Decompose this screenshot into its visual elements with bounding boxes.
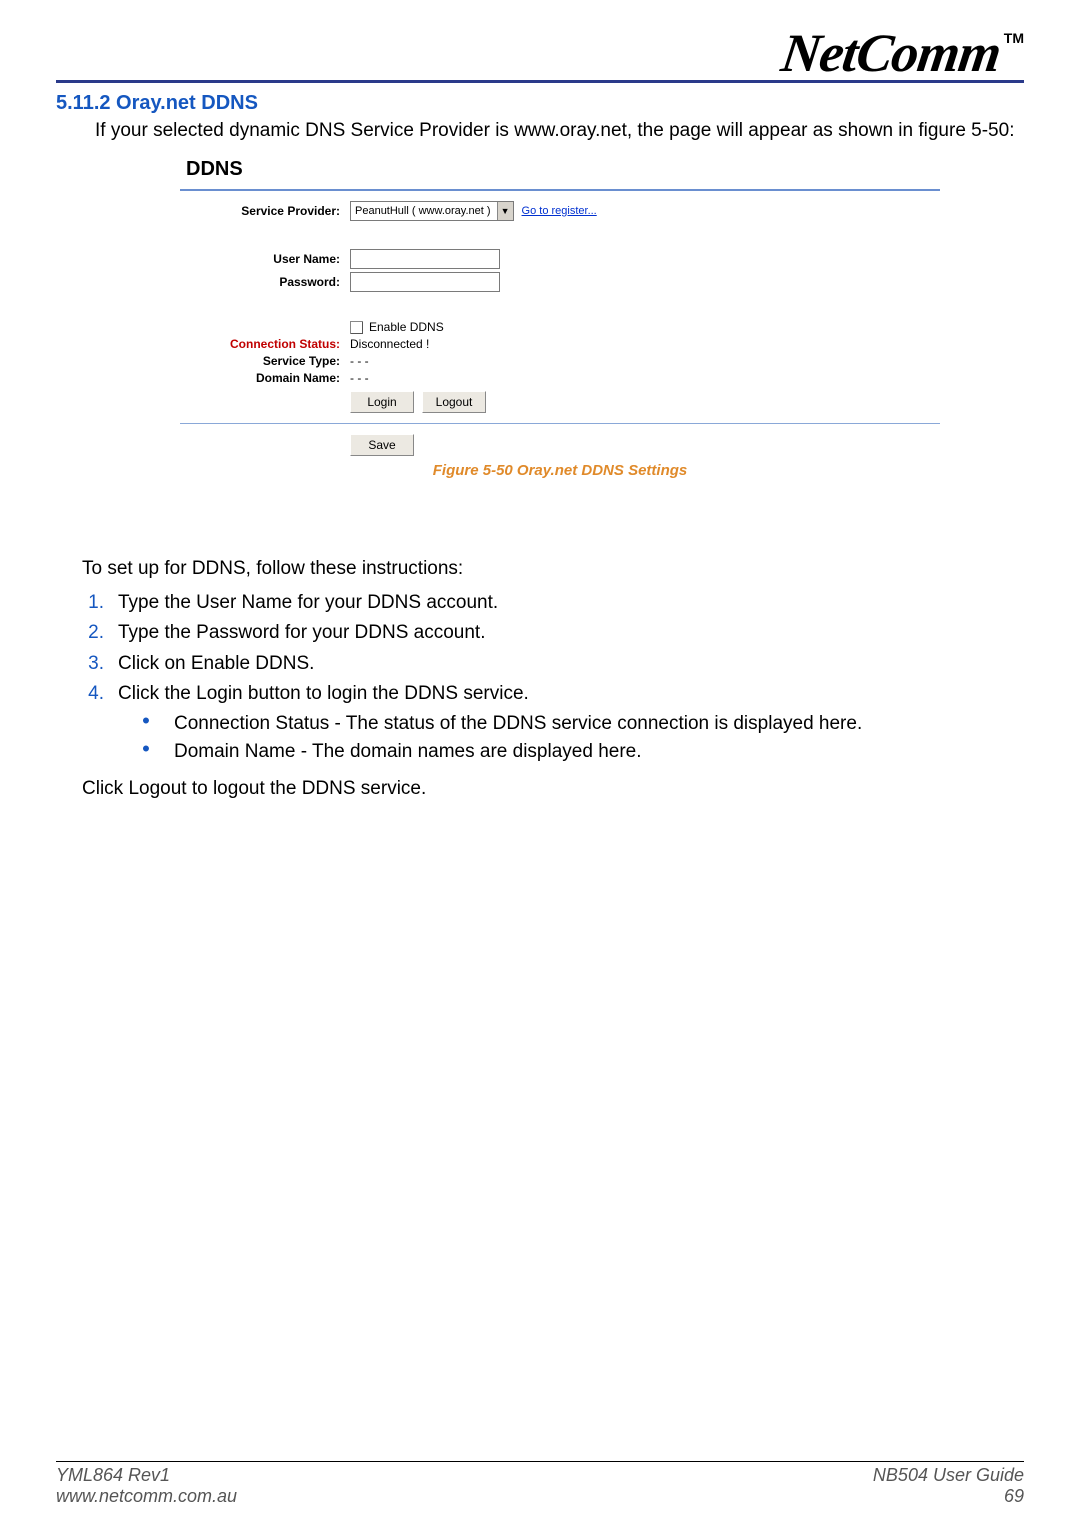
logout-button[interactable]: Logout [422, 391, 486, 413]
password-input[interactable] [350, 272, 500, 292]
intro-text: If your selected dynamic DNS Service Pro… [95, 120, 1024, 142]
value-connection-status: Disconnected ! [350, 337, 429, 351]
label-domain-name: Domain Name: [180, 371, 350, 385]
sub-bullets: •Connection Status - The status of the D… [118, 710, 1024, 766]
chevron-down-icon: ▼ [497, 202, 513, 220]
save-button[interactable]: Save [350, 434, 414, 456]
label-service-provider: Service Provider: [180, 204, 350, 218]
select-value: PeanutHull ( www.oray.net ) [355, 205, 497, 217]
footer-guide: NB504 User Guide [873, 1465, 1024, 1487]
username-input[interactable] [350, 249, 500, 269]
step-number: 3. [82, 650, 118, 678]
step-text: Type the User Name for your DDNS account… [118, 589, 1024, 617]
go-to-register-link[interactable]: Go to register... [522, 205, 597, 217]
label-enable-ddns: Enable DDNS [369, 320, 444, 334]
footer-divider [56, 1461, 1024, 1462]
divider [180, 189, 940, 191]
brand-logo: NetComm TM [782, 22, 1024, 84]
logo-text: NetComm [777, 22, 1004, 84]
section-heading: 5.11.2 Oray.net DDNS [56, 92, 258, 115]
row-save: Save [180, 434, 940, 456]
step-text: Type the Password for your DDNS account. [118, 619, 1024, 647]
divider [180, 423, 940, 424]
step-number: 2. [82, 619, 118, 647]
row-username: User Name: [180, 249, 940, 269]
row-domain-name: Domain Name: - - - [180, 371, 940, 385]
closing-text: Click Logout to logout the DDNS service. [82, 775, 1024, 803]
step-text: Click on Enable DDNS. [118, 650, 1024, 678]
panel-title: DDNS [186, 158, 940, 181]
row-password: Password: [180, 272, 940, 292]
bullet-icon: • [118, 710, 174, 738]
row-login-buttons: Login Logout [180, 391, 940, 413]
value-domain-name: - - - [350, 371, 369, 385]
row-connection-status: Connection Status: Disconnected ! [180, 337, 940, 351]
header-divider [56, 80, 1024, 83]
label-service-type: Service Type: [180, 354, 350, 368]
footer-url: www.netcomm.com.au [56, 1486, 237, 1508]
bullet-text: Domain Name - The domain names are displ… [174, 738, 642, 766]
bullet-text: Connection Status - The status of the DD… [174, 710, 862, 738]
instructions-block: To set up for DDNS, follow these instruc… [82, 555, 1024, 808]
label-username: User Name: [180, 252, 350, 266]
row-service-type: Service Type: - - - [180, 354, 940, 368]
service-provider-select[interactable]: PeanutHull ( www.oray.net ) ▼ [350, 201, 514, 221]
step-number: 1. [82, 589, 118, 617]
footer-page-number: 69 [873, 1486, 1024, 1508]
row-enable-ddns: Enable DDNS [180, 320, 940, 334]
footer-rev: YML864 Rev1 [56, 1465, 237, 1487]
step-text: Click the Login button to login the DDNS… [118, 683, 529, 704]
value-service-type: - - - [350, 354, 369, 368]
enable-ddns-checkbox[interactable] [350, 321, 363, 334]
bullet-icon: • [118, 738, 174, 766]
instructions-lead: To set up for DDNS, follow these instruc… [82, 555, 1024, 583]
document-page: NetComm TM 5.11.2 Oray.net DDNS If your … [0, 0, 1080, 1532]
row-service-provider: Service Provider: PeanutHull ( www.oray.… [180, 201, 940, 221]
figure-caption: Figure 5-50 Oray.net DDNS Settings [180, 462, 940, 479]
ordered-steps: 1.Type the User Name for your DDNS accou… [82, 589, 1024, 767]
login-button[interactable]: Login [350, 391, 414, 413]
screenshot-figure: DDNS Service Provider: PeanutHull ( www.… [180, 150, 940, 479]
label-password: Password: [180, 275, 350, 289]
step-number: 4. [82, 680, 118, 767]
page-footer: YML864 Rev1 www.netcomm.com.au NB504 Use… [56, 1465, 1024, 1508]
label-connection-status: Connection Status: [180, 337, 350, 351]
trademark-symbol: TM [1004, 30, 1024, 46]
